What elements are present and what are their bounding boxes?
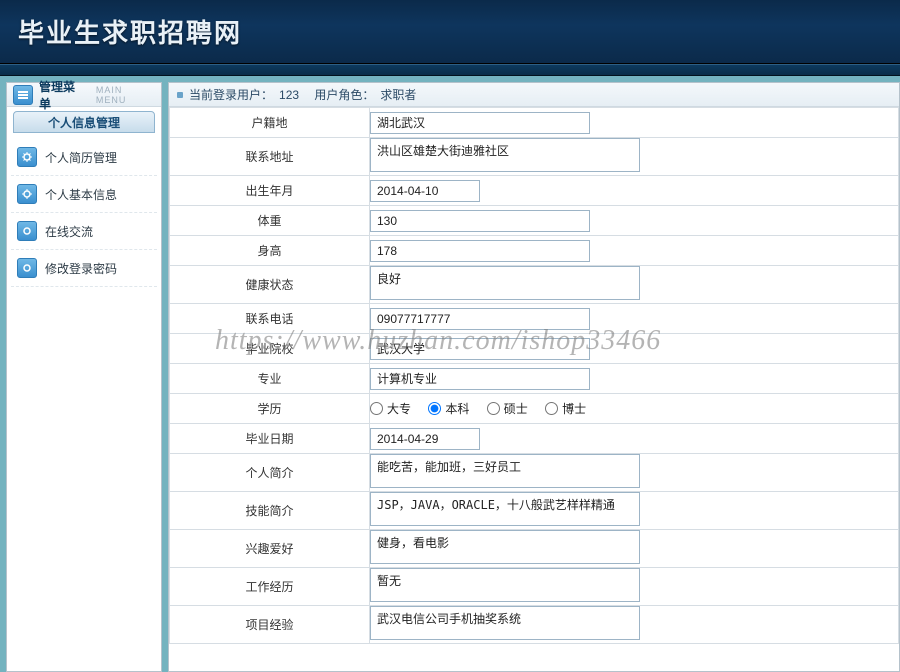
label-birth: 出生年月 [170,176,370,206]
crumb-user: 123 [279,88,299,102]
crumb-role: 求职者 [380,86,416,103]
menu-icon [13,85,33,105]
degree-option-dazhuan[interactable]: 大专 [370,400,411,417]
app-banner: 毕业生求职招聘网 [0,0,900,64]
input-phone[interactable] [370,308,590,330]
sidebar-item-basic-info[interactable]: 个人基本信息 [11,176,157,213]
label-hukou: 户籍地 [170,108,370,138]
row-hukou: 户籍地 [170,108,899,138]
input-grad-date[interactable] [370,428,480,450]
sidebar-item-resume[interactable]: 个人简历管理 [11,139,157,176]
degree-option-boshi[interactable]: 博士 [545,400,586,417]
row-health: 健康状态 良好 [170,266,899,304]
label-proj-exp: 项目经验 [170,606,370,644]
sidebar-item-label: 个人简历管理 [45,149,117,166]
input-health[interactable]: 良好 [370,266,640,300]
input-birth[interactable] [370,180,480,202]
radio-label: 本科 [445,400,469,417]
sidebar-item-label: 个人基本信息 [45,186,117,203]
label-work-exp: 工作经历 [170,568,370,606]
row-school: 毕业院校 [170,334,899,364]
gear-icon [17,258,37,278]
app-title: 毕业生求职招聘网 [18,13,242,50]
radio-benke[interactable] [428,402,441,415]
row-degree: 学历 大专 本科 硕士 博士 [170,394,899,424]
sidebar-title: 管理菜单 MAIN MENU [7,83,161,107]
row-weight: 体重 [170,206,899,236]
sidebar-item-label: 修改登录密码 [45,260,117,277]
sidebar-title-text: 管理菜单 [39,78,86,112]
label-weight: 体重 [170,206,370,236]
row-address: 联系地址 洪山区雄楚大街迪雅社区 [170,138,899,176]
profile-form: 户籍地 联系地址 洪山区雄楚大街迪雅社区 出生年月 体重 身高 [169,107,899,644]
label-major: 专业 [170,364,370,394]
breadcrumb: 当前登录用户： 123 用户角色： 求职者 [169,83,899,107]
label-health: 健康状态 [170,266,370,304]
input-profile[interactable]: 能吃苦，能加班，三好员工 [370,454,640,488]
label-phone: 联系电话 [170,304,370,334]
label-school: 毕业院校 [170,334,370,364]
row-birth: 出生年月 [170,176,899,206]
degree-option-benke[interactable]: 本科 [428,400,469,417]
row-phone: 联系电话 [170,304,899,334]
input-hukou[interactable] [370,112,590,134]
label-height: 身高 [170,236,370,266]
row-skills: 技能简介 JSP，JAVA，ORACLE，十八般武艺样样精通 [170,492,899,530]
row-proj-exp: 项目经验 武汉电信公司手机抽奖系统 [170,606,899,644]
sidebar-subtitle: MAIN MENU [96,85,155,105]
label-degree: 学历 [170,394,370,424]
label-hobby: 兴趣爱好 [170,530,370,568]
crumb-user-prefix: 当前登录用户： [189,86,273,103]
sidebar: 管理菜单 MAIN MENU 个人信息管理 个人简历管理 个人基本信息 在线交流… [6,82,162,672]
content-panel: 当前登录用户： 123 用户角色： 求职者 户籍地 联系地址 洪山区雄楚大街迪雅… [168,82,900,672]
gear-icon [17,147,37,167]
input-address[interactable]: 洪山区雄楚大街迪雅社区 [370,138,640,172]
row-profile: 个人简介 能吃苦，能加班，三好员工 [170,454,899,492]
dot-icon [177,92,183,98]
degree-option-shuoshi[interactable]: 硕士 [487,400,528,417]
degree-radio-group: 大专 本科 硕士 博士 [370,404,600,418]
radio-shuoshi[interactable] [487,402,500,415]
sidebar-nav: 个人简历管理 个人基本信息 在线交流 修改登录密码 [7,135,161,291]
radio-label: 博士 [562,400,586,417]
label-address: 联系地址 [170,138,370,176]
row-hobby: 兴趣爱好 健身，看电影 [170,530,899,568]
row-major: 专业 [170,364,899,394]
radio-label: 大专 [387,400,411,417]
radio-boshi[interactable] [545,402,558,415]
input-skills[interactable]: JSP，JAVA，ORACLE，十八般武艺样样精通 [370,492,640,526]
input-weight[interactable] [370,210,590,232]
row-work-exp: 工作经历 暂无 [170,568,899,606]
input-hobby[interactable]: 健身，看电影 [370,530,640,564]
sidebar-item-label: 在线交流 [45,223,93,240]
gear-icon [17,221,37,241]
radio-dazhuan[interactable] [370,402,383,415]
input-major[interactable] [370,368,590,390]
label-profile: 个人简介 [170,454,370,492]
label-grad-date: 毕业日期 [170,424,370,454]
banner-divider [0,64,900,76]
row-grad-date: 毕业日期 [170,424,899,454]
workspace: 管理菜单 MAIN MENU 个人信息管理 个人简历管理 个人基本信息 在线交流… [0,76,900,672]
input-school[interactable] [370,338,590,360]
form-scroll[interactable]: 户籍地 联系地址 洪山区雄楚大街迪雅社区 出生年月 体重 身高 [169,107,899,671]
label-skills: 技能简介 [170,492,370,530]
radio-label: 硕士 [504,400,528,417]
input-height[interactable] [370,240,590,262]
sidebar-group-label: 个人信息管理 [48,114,120,131]
crumb-role-prefix: 用户角色： [314,86,374,103]
sidebar-item-password[interactable]: 修改登录密码 [11,250,157,287]
input-work-exp[interactable]: 暂无 [370,568,640,602]
gear-icon [17,184,37,204]
sidebar-group-tab[interactable]: 个人信息管理 [13,111,155,133]
sidebar-item-chat[interactable]: 在线交流 [11,213,157,250]
row-height: 身高 [170,236,899,266]
input-proj-exp[interactable]: 武汉电信公司手机抽奖系统 [370,606,640,640]
